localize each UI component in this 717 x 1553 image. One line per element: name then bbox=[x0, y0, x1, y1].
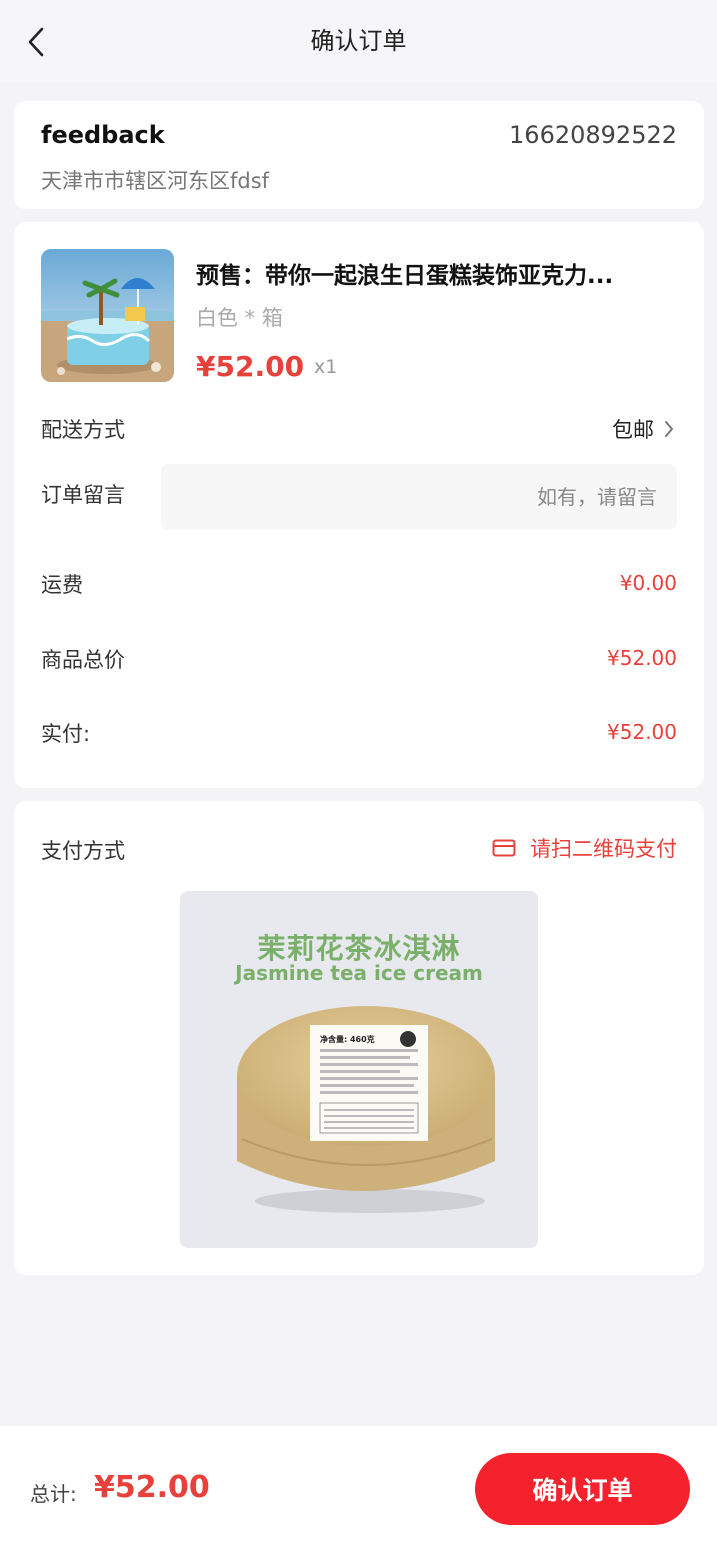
shipping-fee-label: 运费 bbox=[41, 573, 83, 597]
note-label: 订单留言 bbox=[41, 483, 125, 507]
product-quantity: x1 bbox=[314, 356, 338, 378]
shipping-fee-value: ¥0.00 bbox=[619, 571, 677, 595]
payment-label: 支付方式 bbox=[41, 839, 125, 863]
page-title: 确认订单 bbox=[310, 27, 407, 55]
payment-qr-image: 茉莉花茶冰淇淋 Jasmine tea ice cream 净含量: 460克 bbox=[180, 891, 538, 1248]
product-spec: 白色 * 箱 bbox=[196, 306, 283, 330]
recipient-name: feedback bbox=[41, 121, 165, 149]
order-note-input[interactable] bbox=[161, 464, 677, 530]
order-card: 预售：带你一起浪生日蛋糕装饰亚克力... 白色 * 箱 ¥52.00 x1 配送… bbox=[14, 222, 704, 788]
paid-label: 实付: bbox=[41, 722, 91, 746]
product-title[interactable]: 预售：带你一起浪生日蛋糕装饰亚克力... bbox=[196, 256, 681, 290]
address-detail: 天津市市辖区河东区fdsf bbox=[41, 169, 270, 193]
confirm-order-button[interactable]: 确认订单 bbox=[475, 1453, 690, 1525]
total-value: ¥52.00 bbox=[94, 1470, 210, 1505]
card-icon bbox=[492, 839, 516, 857]
recipient-phone: 16620892522 bbox=[509, 121, 677, 149]
delivery-label: 配送方式 bbox=[41, 418, 125, 442]
product-thumbnail bbox=[41, 249, 174, 382]
payment-card: 支付方式 请扫二维码支付 茉莉花茶冰淇淋 Jasmine tea ice cre… bbox=[14, 801, 704, 1275]
payment-method-label: 请扫二维码支付 bbox=[530, 837, 677, 861]
total-label: 总计: bbox=[30, 1482, 77, 1506]
ice-cream-tub-graphic: 净含量: 460克 bbox=[237, 1006, 495, 1213]
address-card[interactable]: feedback 16620892522 天津市市辖区河东区fdsf bbox=[14, 101, 704, 209]
nav-header: 确认订单 bbox=[0, 0, 717, 82]
confirm-order-page: 确认订单 feedback 16620892522 天津市市辖区河东区fdsf bbox=[0, 0, 717, 1553]
payment-method[interactable]: 请扫二维码支付 bbox=[492, 833, 677, 863]
goods-total-label: 商品总价 bbox=[41, 648, 125, 672]
delivery-value: 包邮 bbox=[612, 418, 654, 442]
product-price: ¥52.00 bbox=[196, 350, 305, 383]
qr-image-net-weight: 净含量: 460克 bbox=[320, 1034, 375, 1044]
delivery-selector[interactable]: 包邮 bbox=[612, 414, 674, 444]
goods-total-value: ¥52.00 bbox=[607, 646, 677, 670]
chevron-right-icon bbox=[665, 421, 673, 437]
paid-value: ¥52.00 bbox=[607, 720, 677, 744]
checkout-bar: 总计: ¥52.00 确认订单 bbox=[0, 1426, 717, 1553]
